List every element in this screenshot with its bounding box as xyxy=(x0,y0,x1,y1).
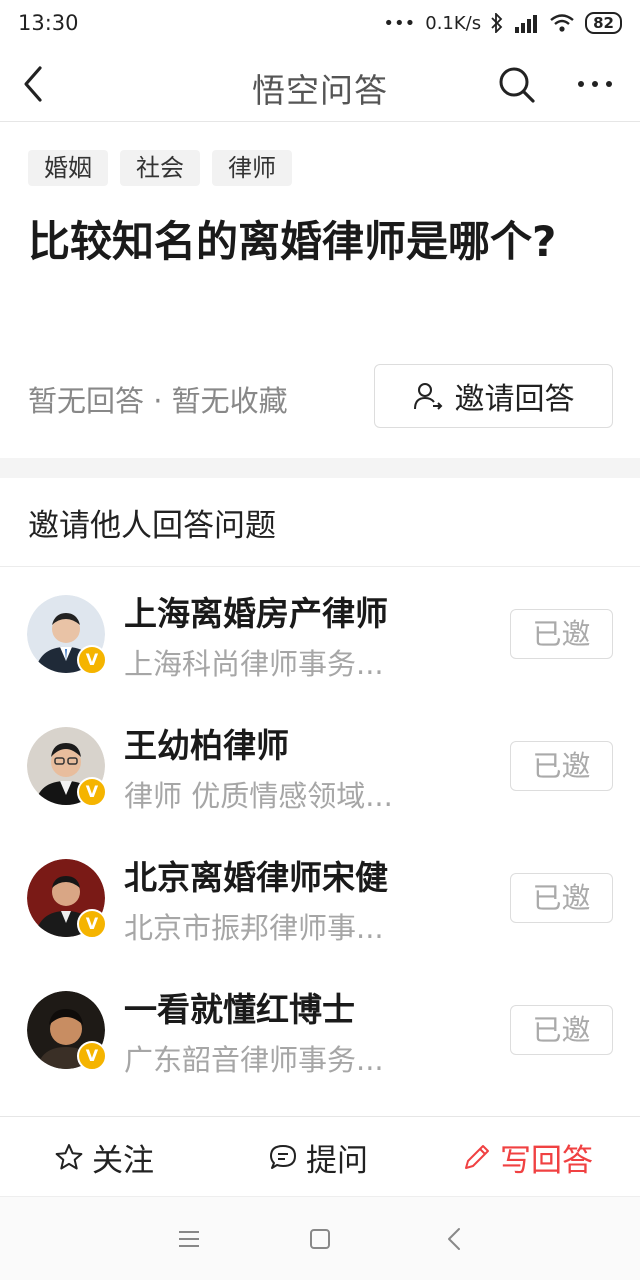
question-title: 比较知名的离婚律师是哪个? xyxy=(28,217,557,266)
invite-user-icon xyxy=(413,383,442,410)
tag-list: 婚姻 社会 律师 xyxy=(28,150,292,186)
verified-badge: V xyxy=(77,645,107,675)
wifi-icon xyxy=(550,14,574,32)
dots-icon: ••• xyxy=(383,12,416,34)
app-title: 悟空问答 xyxy=(252,71,388,110)
bluetooth-icon xyxy=(491,13,503,33)
user-description: 北京市振邦律师事... xyxy=(124,911,384,945)
tag-marriage[interactable]: 婚姻 xyxy=(28,150,108,186)
section-divider xyxy=(0,458,640,478)
avatar[interactable]: V xyxy=(27,859,107,939)
avatar[interactable]: V xyxy=(27,991,107,1071)
user-description: 广东韶音律师事务... xyxy=(124,1043,384,1077)
tag-lawyer[interactable]: 律师 xyxy=(212,150,292,186)
ask-label: 提问 xyxy=(306,1142,368,1179)
pencil-icon xyxy=(465,1145,489,1169)
status-icons: ••• 0.1K/s 82 xyxy=(383,12,622,34)
list-item[interactable]: V 上海离婚房产律师 上海科尚律师事务... 已邀 xyxy=(0,567,640,699)
question-stats: 暂无回答 · 暂无收藏 xyxy=(28,384,288,418)
write-answer-label: 写回答 xyxy=(500,1142,593,1179)
user-name[interactable]: 上海离婚房产律师 xyxy=(124,587,388,635)
avatar[interactable]: V xyxy=(27,595,107,675)
verified-badge: V xyxy=(77,777,107,807)
invited-button[interactable]: 已邀 xyxy=(510,1005,613,1055)
search-icon[interactable] xyxy=(496,64,536,104)
user-name[interactable]: 北京离婚律师宋健 xyxy=(124,851,388,899)
invite-section-title: 邀请他人回答问题 xyxy=(28,508,276,544)
user-name[interactable]: 一看就懂红博士 xyxy=(124,983,355,1031)
follow-label: 关注 xyxy=(92,1142,154,1179)
list-item[interactable]: V 王幼柏律师 律师 优质情感领域... 已邀 xyxy=(0,699,640,831)
list-item[interactable]: V 一看就懂红博士 广东韶音律师事务... 已邀 xyxy=(0,963,640,1095)
menu-icon[interactable] xyxy=(175,1225,203,1253)
tag-society[interactable]: 社会 xyxy=(120,150,200,186)
invite-answer-label: 邀请回答 xyxy=(454,382,575,417)
star-icon xyxy=(55,1144,83,1170)
list-item[interactable]: V 北京离婚律师宋健 北京市振邦律师事... 已邀 xyxy=(0,831,640,963)
invite-list: V 上海离婚房产律师 上海科尚律师事务... 已邀 V 王幼柏律师 律师 优质情… xyxy=(0,567,640,1095)
home-icon[interactable] xyxy=(306,1225,334,1253)
invited-button[interactable]: 已邀 xyxy=(510,741,613,791)
invite-answer-button[interactable]: 邀请回答 xyxy=(374,364,613,428)
battery-icon: 82 xyxy=(585,12,622,34)
follow-button[interactable]: 关注 xyxy=(54,1117,154,1197)
verified-badge: V xyxy=(77,1041,107,1071)
system-nav-bar xyxy=(0,1196,640,1280)
comment-icon xyxy=(270,1145,296,1169)
verified-badge: V xyxy=(77,909,107,939)
more-icon[interactable] xyxy=(575,64,615,104)
user-description: 上海科尚律师事务... xyxy=(124,647,384,681)
ask-button[interactable]: 提问 xyxy=(268,1117,368,1197)
signal-icon xyxy=(515,15,538,33)
status-bar: 13:30 ••• 0.1K/s 82 xyxy=(0,0,640,46)
invited-button[interactable]: 已邀 xyxy=(510,609,613,659)
avatar[interactable]: V xyxy=(27,727,107,807)
system-back-icon[interactable] xyxy=(441,1225,469,1253)
invited-button[interactable]: 已邀 xyxy=(510,873,613,923)
user-name[interactable]: 王幼柏律师 xyxy=(124,719,289,767)
nav-bar: 悟空问答 xyxy=(0,46,640,122)
user-description: 律师 优质情感领域... xyxy=(124,779,393,813)
status-time: 13:30 xyxy=(18,11,79,35)
network-speed: 0.1K/s xyxy=(425,12,482,34)
write-answer-button[interactable]: 写回答 xyxy=(462,1117,593,1197)
action-bar: 关注 提问 写回答 xyxy=(0,1116,640,1196)
